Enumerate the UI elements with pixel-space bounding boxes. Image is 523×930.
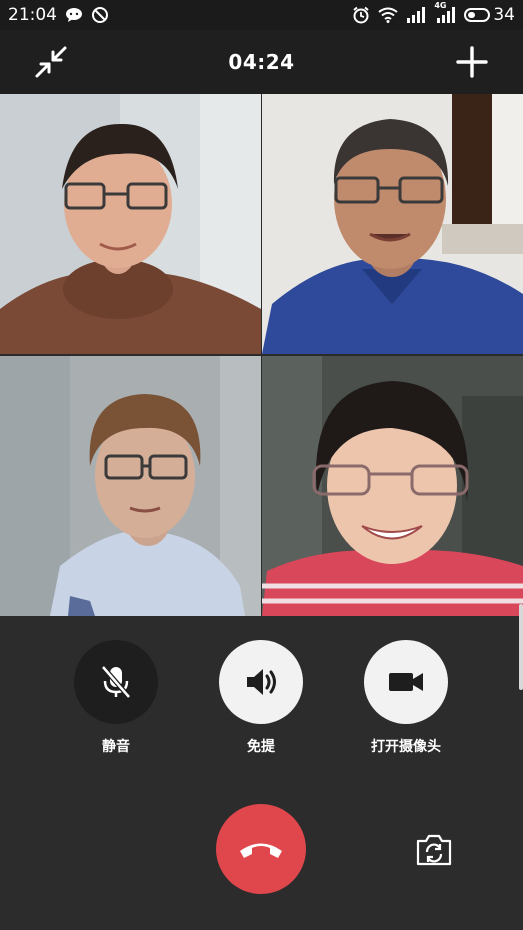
status-bar: 21:04 4G 34 [0, 0, 523, 30]
participant-video-3[interactable] [0, 356, 261, 616]
alarm-icon [352, 6, 370, 24]
mic-off-icon [101, 665, 131, 699]
scrollbar[interactable] [519, 604, 523, 690]
camera-flip-icon [416, 834, 452, 866]
mute-label: 静音 [102, 739, 130, 755]
mute-button[interactable] [74, 640, 158, 724]
mute-control: 静音 [66, 640, 166, 760]
4g-signal-icon: 4G [434, 1, 456, 23]
network-label: 4G [434, 1, 447, 10]
no-disturb-icon [91, 6, 109, 24]
phone-hangup-icon [240, 843, 282, 858]
speaker-icon [247, 669, 276, 695]
signal-icon [406, 7, 426, 23]
camera-button[interactable] [364, 640, 448, 724]
participant-video-2[interactable] [262, 94, 523, 354]
battery-icon: 34 [464, 5, 515, 25]
camera-flip-button[interactable] [414, 832, 454, 868]
wifi-icon [378, 7, 398, 23]
speaker-button[interactable] [219, 640, 303, 724]
camera-control: 打开摄像头 [356, 640, 456, 760]
speaker-label: 免提 [247, 739, 275, 755]
status-right: 4G 34 [352, 1, 515, 25]
camera-label: 打开摄像头 [371, 739, 441, 755]
status-left: 21:04 [8, 5, 109, 25]
status-time: 21:04 [8, 5, 57, 25]
add-icon[interactable] [455, 45, 489, 79]
call-header: 04:24 [0, 30, 523, 94]
call-controls: 静音 免提 打开摄像头 [0, 616, 523, 930]
video-camera-icon [389, 673, 423, 691]
video-grid [0, 94, 523, 616]
participant-video-4[interactable] [262, 356, 523, 616]
battery-level: 34 [493, 5, 515, 25]
call-duration: 04:24 [228, 50, 295, 74]
participant-video-1[interactable] [0, 94, 261, 354]
chat-bubble-icon [65, 7, 83, 23]
speaker-control: 免提 [211, 640, 311, 760]
hangup-button[interactable] [216, 804, 306, 894]
